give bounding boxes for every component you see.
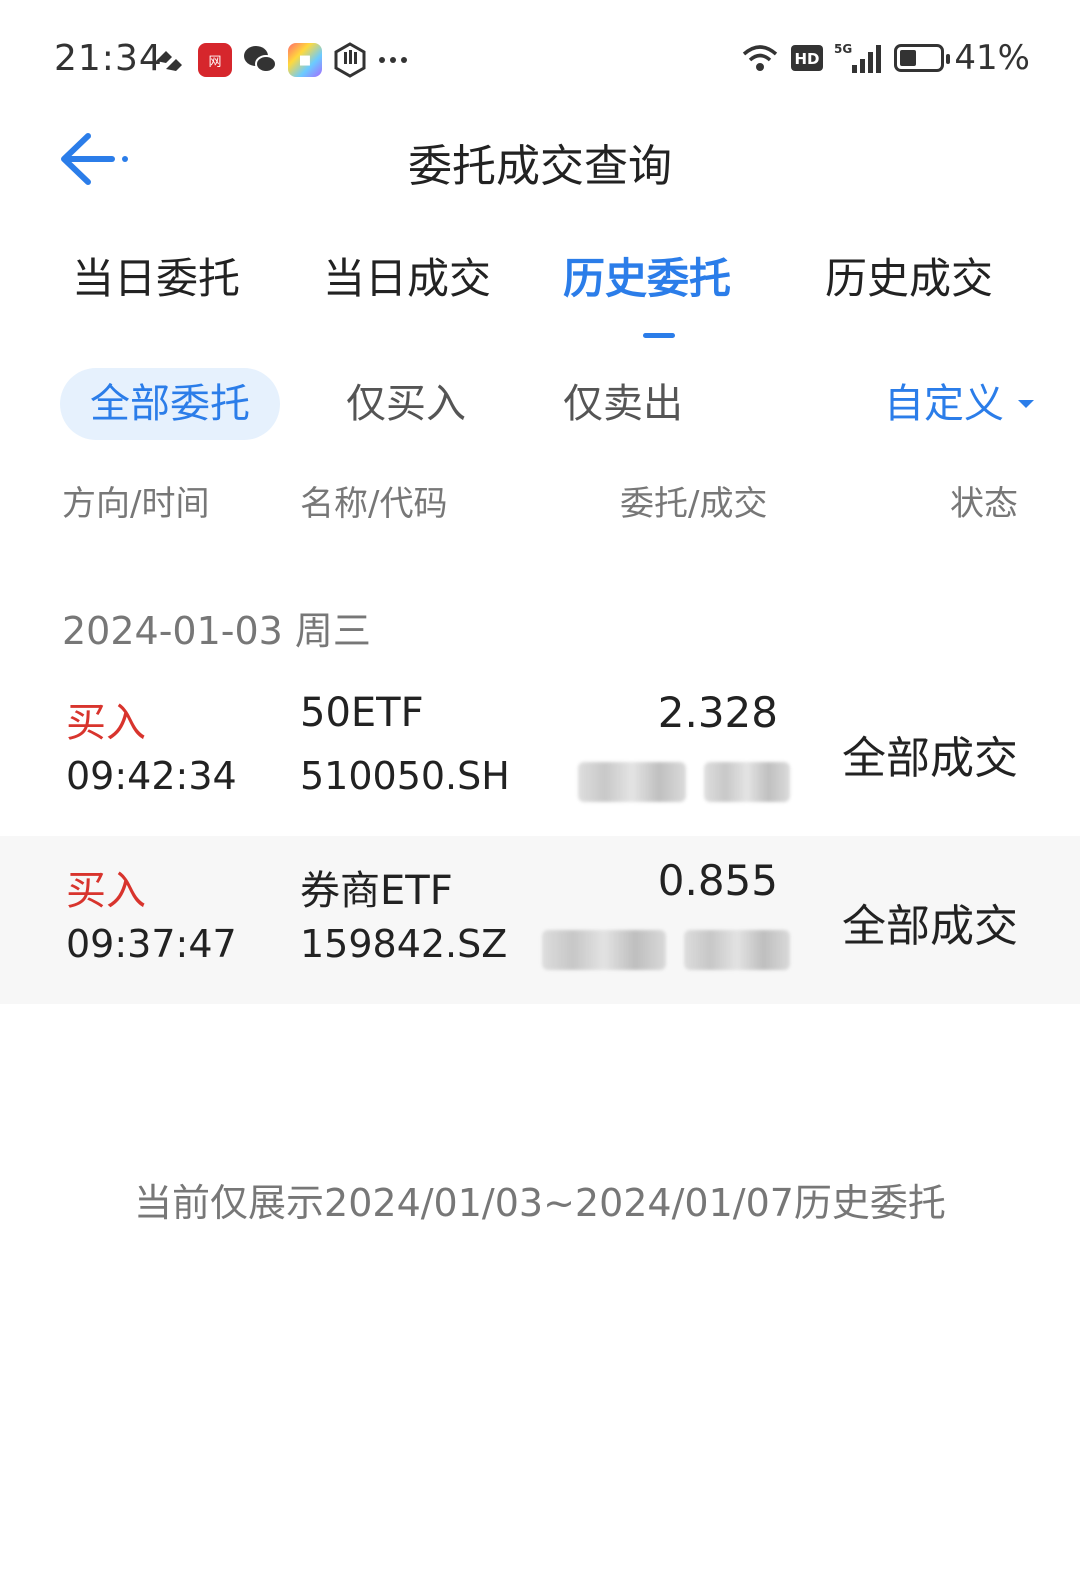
- filter-buy-only[interactable]: 仅买入: [346, 368, 466, 440]
- app-icon: ■: [288, 43, 322, 77]
- redacted-block: [684, 930, 790, 970]
- status-left-icons: 网 ■: [152, 42, 408, 78]
- table-row[interactable]: 买入 09:37:47 券商ETF 159842.SZ 0.855 全部成交: [0, 836, 1080, 1004]
- row-name: 券商ETF: [300, 868, 453, 914]
- row-status: 全部成交: [842, 733, 1018, 784]
- tab-bar: 当日委托 当日成交 历史委托 历史成交: [0, 235, 1080, 345]
- filter-bar: 全部委托 仅买入 仅卖出 自定义: [0, 368, 1080, 443]
- 5g-label: 5G: [834, 42, 852, 56]
- tab-history-deals[interactable]: 历史成交: [825, 245, 993, 306]
- active-tab-indicator: [643, 333, 675, 338]
- status-time: 21:34: [54, 38, 163, 79]
- status-bar: 21:34 网 ■ HD 5G 41%: [0, 0, 1080, 110]
- column-direction-time: 方向/时间: [62, 484, 210, 524]
- custom-filter-label: 自定义: [884, 381, 1004, 427]
- hd-label: HD: [795, 50, 820, 68]
- history-range-note: 当前仅展示2024/01/03~2024/01/07历史委托: [134, 1181, 946, 1225]
- tab-history-orders[interactable]: 历史委托: [563, 245, 731, 306]
- row-price: 0.855: [657, 856, 778, 905]
- tab-today-deals[interactable]: 当日成交: [323, 245, 491, 306]
- hd-icon: HD: [791, 45, 824, 71]
- filter-sell-only[interactable]: 仅卖出: [563, 368, 683, 440]
- filter-all-orders[interactable]: 全部委托: [60, 368, 280, 440]
- wifi-icon: [743, 45, 778, 71]
- date-group-label: 2024-01-03 周三: [62, 609, 371, 653]
- row-direction: 买入: [66, 700, 146, 746]
- page-title: 委托成交查询: [408, 141, 672, 192]
- row-time: 09:37:47: [66, 922, 237, 966]
- signal-5g-icon: 5G: [834, 42, 882, 73]
- more-dots-icon: [379, 57, 407, 63]
- column-name-code: 名称/代码: [300, 484, 448, 524]
- row-quantity-redacted: [578, 762, 790, 802]
- wechat-icon: [244, 46, 277, 73]
- row-time: 09:42:34: [66, 754, 237, 798]
- column-order-deal: 委托/成交: [620, 484, 768, 524]
- custom-filter-dropdown[interactable]: 自定义: [884, 368, 1034, 440]
- row-code: 510050.SH: [300, 754, 510, 798]
- redacted-block: [578, 762, 686, 802]
- redacted-block: [704, 762, 790, 802]
- header: 委托成交查询: [0, 110, 1080, 210]
- notification-icon: [156, 51, 182, 71]
- hand-icon: [334, 42, 366, 78]
- battery-fill: [900, 50, 917, 66]
- status-right-icons: HD 5G 41%: [740, 38, 1030, 78]
- table-row[interactable]: 买入 09:42:34 50ETF 510050.SH 2.328 全部成交: [0, 668, 1080, 836]
- column-status: 状态: [950, 484, 1018, 524]
- tab-today-orders[interactable]: 当日委托: [72, 245, 240, 306]
- caret-down-icon: [1018, 400, 1034, 408]
- row-direction: 买入: [66, 868, 146, 914]
- battery-percent: 41%: [954, 38, 1030, 78]
- row-price: 2.328: [657, 688, 778, 737]
- row-code: 159842.SZ: [300, 922, 508, 966]
- row-status: 全部成交: [842, 901, 1018, 952]
- battery-icon: [894, 44, 951, 72]
- redacted-block: [542, 930, 666, 970]
- netease-app-icon: 网: [198, 43, 232, 77]
- row-quantity-redacted: [542, 930, 790, 970]
- row-name: 50ETF: [300, 690, 424, 736]
